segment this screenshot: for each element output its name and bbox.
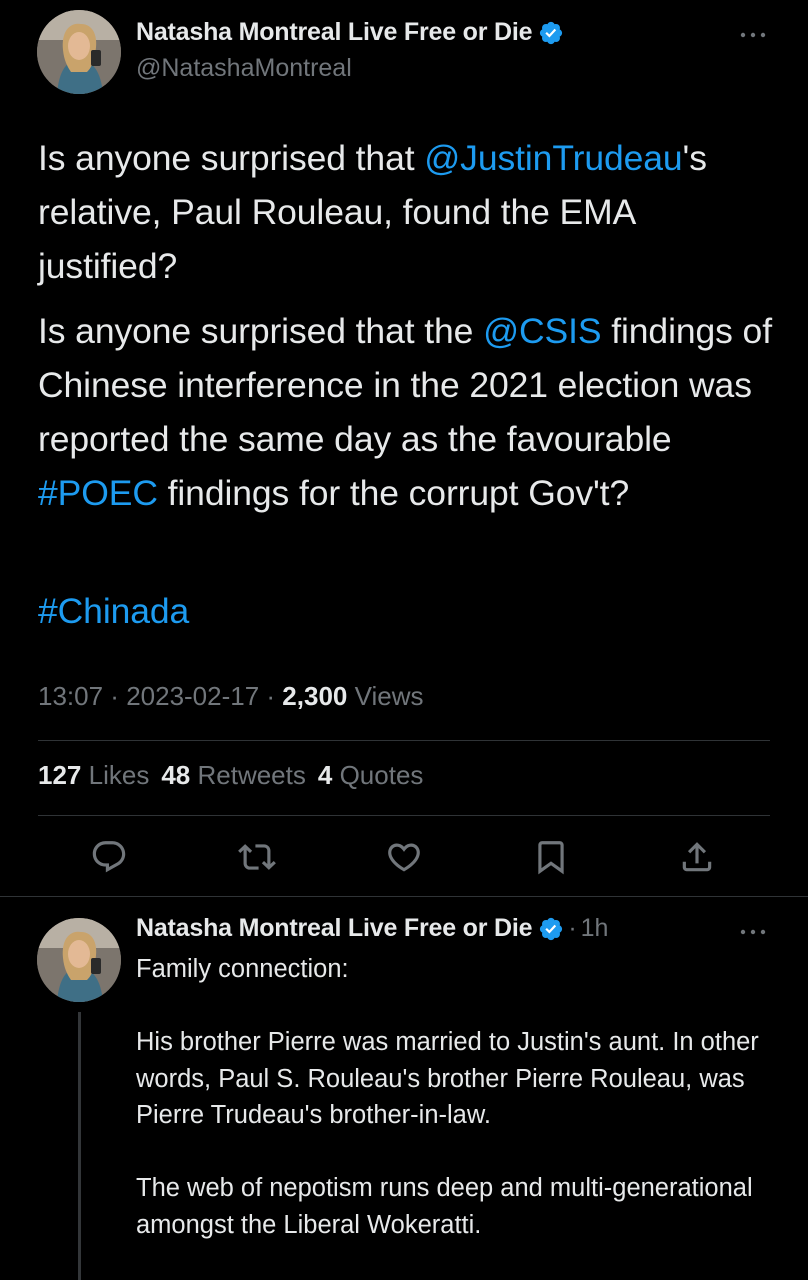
text-segment: Is anyone surprised that the [38, 311, 484, 351]
tweet-text: Is anyone surprised that @JustinTrudeau'… [38, 131, 778, 293]
bookmark-icon[interactable] [532, 838, 570, 876]
more-options-icon[interactable] [738, 27, 768, 43]
mention-justintrudeau-link[interactable]: @JustinTrudeau [424, 138, 682, 178]
views-count: 2,300 [282, 681, 348, 711]
tweet-paragraph-3: #Chinada [38, 584, 778, 638]
reply-more-options-icon[interactable] [738, 924, 768, 940]
verified-badge-icon [538, 916, 564, 942]
mention-csis-link[interactable]: @CSIS [483, 311, 602, 351]
hashtag-poec-link[interactable]: #POEC [38, 473, 158, 513]
reply-header: Natasha Montreal Live Free or Die · 1h [136, 914, 608, 943]
reply-text: Family connection: His brother Pierre wa… [136, 951, 776, 1280]
tweet-text-2: Is anyone surprised that the @CSIS findi… [38, 304, 778, 520]
author-display-name[interactable]: Natasha Montreal Live Free or Die [136, 18, 533, 47]
divider [0, 896, 808, 897]
verified-badge-icon [538, 20, 564, 46]
reply-paragraph-3: The web of nepotism runs deep and multi-… [136, 1174, 753, 1239]
author-name-row[interactable]: Natasha Montreal Live Free or Die [136, 18, 564, 47]
text-segment: Is anyone surprised that [38, 138, 425, 178]
share-icon[interactable] [678, 838, 716, 876]
quotes-label: Quotes [339, 760, 424, 790]
reply-time-separator: · [568, 914, 577, 942]
quotes-count: 4 [317, 760, 333, 790]
tweet-time[interactable]: 13:07 [38, 681, 103, 711]
text-segment: findings for the corrupt Gov't? [157, 473, 630, 513]
thread-connector-line [78, 1012, 81, 1280]
author-avatar[interactable] [37, 10, 121, 94]
reply-paragraph-2: His brother Pierre was married to Justin… [136, 1028, 759, 1129]
quotes-stat[interactable]: 4 Quotes [318, 760, 424, 790]
meta-separator: · [103, 681, 127, 711]
like-icon[interactable] [385, 838, 423, 876]
retweets-stat[interactable]: 48 Retweets [161, 760, 306, 790]
reply-timestamp[interactable]: 1h [581, 914, 609, 943]
retweets-label: Retweets [197, 760, 306, 790]
reply-icon[interactable] [90, 838, 128, 876]
tweet-stats: 127 Likes 48 Retweets 4 Quotes [38, 760, 435, 791]
views-label: Views [354, 681, 424, 711]
retweets-count: 48 [161, 760, 191, 790]
likes-stat[interactable]: 127 Likes [38, 760, 149, 790]
divider [38, 815, 770, 816]
likes-count: 127 [38, 760, 82, 790]
reply-author-display-name[interactable]: Natasha Montreal Live Free or Die [136, 914, 533, 943]
reply-paragraph-1: Family connection: [136, 955, 349, 983]
likes-label: Likes [88, 760, 150, 790]
tweet-paragraph-1: Is anyone surprised that @JustinTrudeau'… [38, 131, 778, 293]
hashtag-chinada-link[interactable]: #Chinada [38, 591, 189, 631]
author-handle[interactable]: @NatashaMontreal [136, 54, 352, 83]
tweet-text-3: #Chinada [38, 584, 778, 638]
tweet-paragraph-2: Is anyone surprised that the @CSIS findi… [38, 304, 778, 520]
tweet-meta: 13:07 · 2023-02-17 · 2,300 Views [38, 681, 424, 712]
meta-separator: · [259, 681, 283, 711]
retweet-icon[interactable] [238, 838, 276, 876]
tweet-date[interactable]: 2023-02-17 [126, 681, 259, 711]
divider [38, 740, 770, 741]
reply-author-avatar[interactable] [37, 918, 121, 1002]
